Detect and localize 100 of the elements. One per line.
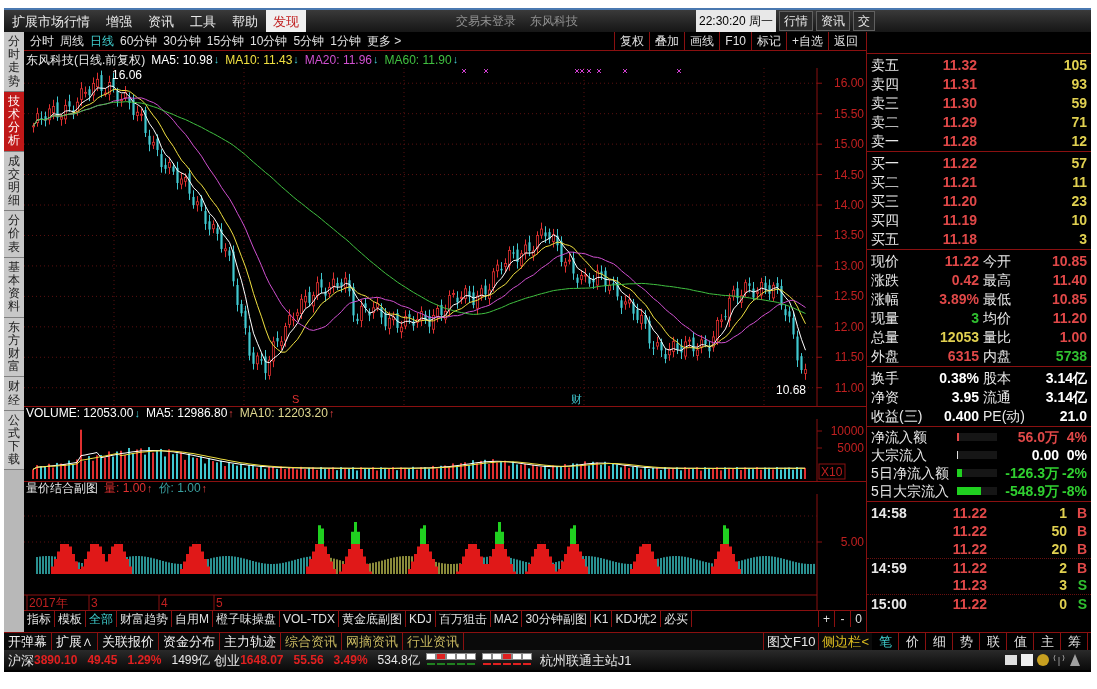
indicator-tab[interactable]: K1 — [590, 611, 613, 627]
quote-label: 卖五 — [871, 57, 900, 72]
tick-time: 15:00 — [871, 596, 908, 611]
stat-value: 12053 — [939, 329, 979, 344]
indicator-tab[interactable]: MA2 — [490, 611, 523, 627]
index-name: 沪深 — [8, 653, 34, 667]
toolbar-button[interactable]: 标记 — [751, 32, 786, 50]
indicator-tab[interactable]: 必买 — [660, 611, 692, 627]
zoom-button[interactable]: 0 — [850, 611, 866, 627]
stat-value: 3.14亿 — [1044, 370, 1087, 385]
price-value: 11.18 — [941, 231, 977, 246]
zoom-button[interactable]: + — [818, 611, 834, 627]
top-button[interactable]: 行情 — [779, 11, 813, 31]
toolbar-button[interactable]: +自选 — [786, 32, 828, 50]
quote-label: 买二 — [871, 174, 900, 189]
stat-label: 总量 — [871, 329, 900, 344]
indicator-value: MA10: 12203.20 — [239, 407, 328, 419]
side-tab[interactable]: 东方财富 — [4, 317, 24, 378]
flow-percent: -2% — [1061, 466, 1087, 480]
period-tab[interactable]: 1分钟 — [327, 35, 364, 47]
period-tab[interactable]: 30分钟 — [160, 35, 204, 47]
side-tab[interactable]: 公式下载 — [4, 410, 24, 471]
side-tab[interactable]: 分价表 — [4, 211, 24, 258]
tick-volume: 20 — [1050, 542, 1067, 556]
top-button[interactable]: 交 — [853, 11, 875, 31]
window-title: 东风科技 — [530, 15, 578, 27]
clock-display: 22:30:20 周一 — [695, 10, 776, 32]
indicator-tab[interactable]: VOL-TDX — [280, 611, 339, 627]
indicator-tab[interactable]: KDJ — [406, 611, 436, 627]
indicator-tab[interactable]: 全部 — [86, 611, 117, 627]
menu-item[interactable]: 帮助 — [224, 10, 266, 32]
price-value: 11.21 — [941, 174, 977, 189]
chart-title: 量价结合副图 — [26, 482, 98, 494]
indicator-value: MA5: 10.98 — [151, 53, 213, 66]
quote-label: 买四 — [871, 212, 900, 227]
top-button[interactable]: 资讯 — [816, 11, 850, 31]
toolbar-button[interactable]: 返回 — [828, 32, 863, 50]
trend-arrow: ↓ — [373, 54, 379, 65]
period-tab[interactable]: 更多 > — [363, 35, 405, 47]
period-tab[interactable]: 5分钟 — [290, 35, 328, 47]
tick-volume: 0 — [1058, 596, 1067, 611]
trend-arrow: ↑ — [328, 407, 335, 419]
stat-label: 净资 — [871, 389, 900, 404]
indicator-tab[interactable]: 30分钟副图 — [522, 611, 591, 627]
volume-value: 3 — [1078, 231, 1087, 246]
side-tab[interactable]: 分时走势 — [4, 32, 24, 92]
period-tab[interactable]: 周线 — [57, 35, 87, 47]
period-tab[interactable]: 15分钟 — [203, 35, 248, 47]
side-tab[interactable]: 成交明细 — [4, 151, 24, 212]
trade-side: B — [1075, 524, 1087, 538]
period-tab[interactable]: 60分钟 — [117, 35, 161, 47]
date-label: 4 — [161, 596, 168, 610]
indicator-tab[interactable]: 橙子味操盘 — [213, 611, 280, 627]
flow-amount: -126.3万 — [1004, 466, 1059, 480]
index-percent: 3.49% — [333, 654, 368, 666]
stat-label: 涨幅 — [871, 291, 900, 306]
period-tab[interactable]: 日线 — [87, 35, 117, 47]
quote-label: 买三 — [871, 193, 900, 208]
trade-side: B — [1075, 560, 1087, 575]
indicator-tab[interactable]: KDJ优2 — [612, 611, 661, 627]
menu-item[interactable]: 发现 — [266, 10, 306, 32]
side-tab[interactable]: 财经 — [4, 377, 24, 411]
axis-label: 16.00 — [833, 76, 864, 91]
tick-price: 11.22 — [951, 596, 987, 611]
price-value: 11.28 — [941, 133, 977, 148]
side-tab[interactable]: 基本资料 — [4, 257, 24, 318]
trend-arrow: ↑ — [147, 482, 153, 494]
menu-item[interactable]: 增强 — [98, 10, 140, 32]
tick-price: 11.22 — [951, 506, 987, 520]
indicator-tab[interactable]: 自用M — [172, 611, 213, 627]
menu-item[interactable]: 工具 — [182, 10, 224, 32]
stat-label: 今开 — [982, 253, 1012, 268]
indicator-tab[interactable]: 模板 — [55, 611, 86, 627]
menu-item[interactable]: 扩展市场行情 — [4, 10, 98, 32]
stat-label: 换手 — [871, 370, 900, 385]
period-tab[interactable]: 10分钟 — [247, 35, 291, 47]
toolbar-button[interactable]: 画线 — [684, 32, 720, 50]
indicator-tab[interactable]: 黄金底副图 — [339, 611, 406, 627]
indicator-value: 价: 1.00 — [158, 482, 201, 494]
indicator-tab[interactable]: 百万狙击 — [435, 611, 491, 627]
tick-price: 11.22 — [951, 560, 987, 575]
zoom-button[interactable]: - — [834, 611, 850, 627]
menu-item[interactable]: 资讯 — [140, 10, 182, 32]
stat-value: 11.20 — [1051, 310, 1087, 325]
axis-label: 15.00 — [833, 137, 864, 152]
trend-arrow: ↓ — [213, 54, 220, 65]
side-tab[interactable]: 技术分析 — [4, 91, 24, 152]
trend-arrow: ↑ — [201, 482, 208, 494]
tick-volume: 50 — [1050, 524, 1067, 538]
stat-value: 21.0 — [1058, 408, 1087, 423]
price-value: 11.32 — [941, 57, 977, 72]
indicator-tab[interactable]: 财富趋势 — [117, 611, 172, 627]
indicator-tab[interactable]: 指标 — [24, 611, 55, 627]
stat-label: 涨跌 — [871, 272, 900, 287]
volume-value: 93 — [1070, 76, 1087, 91]
period-tab[interactable]: 分时 — [27, 35, 57, 47]
volume-value: 23 — [1070, 193, 1087, 208]
toolbar-button[interactable]: F10 — [719, 32, 751, 50]
toolbar-button[interactable]: 复权 — [614, 32, 650, 50]
toolbar-button[interactable]: 叠加 — [649, 32, 685, 50]
